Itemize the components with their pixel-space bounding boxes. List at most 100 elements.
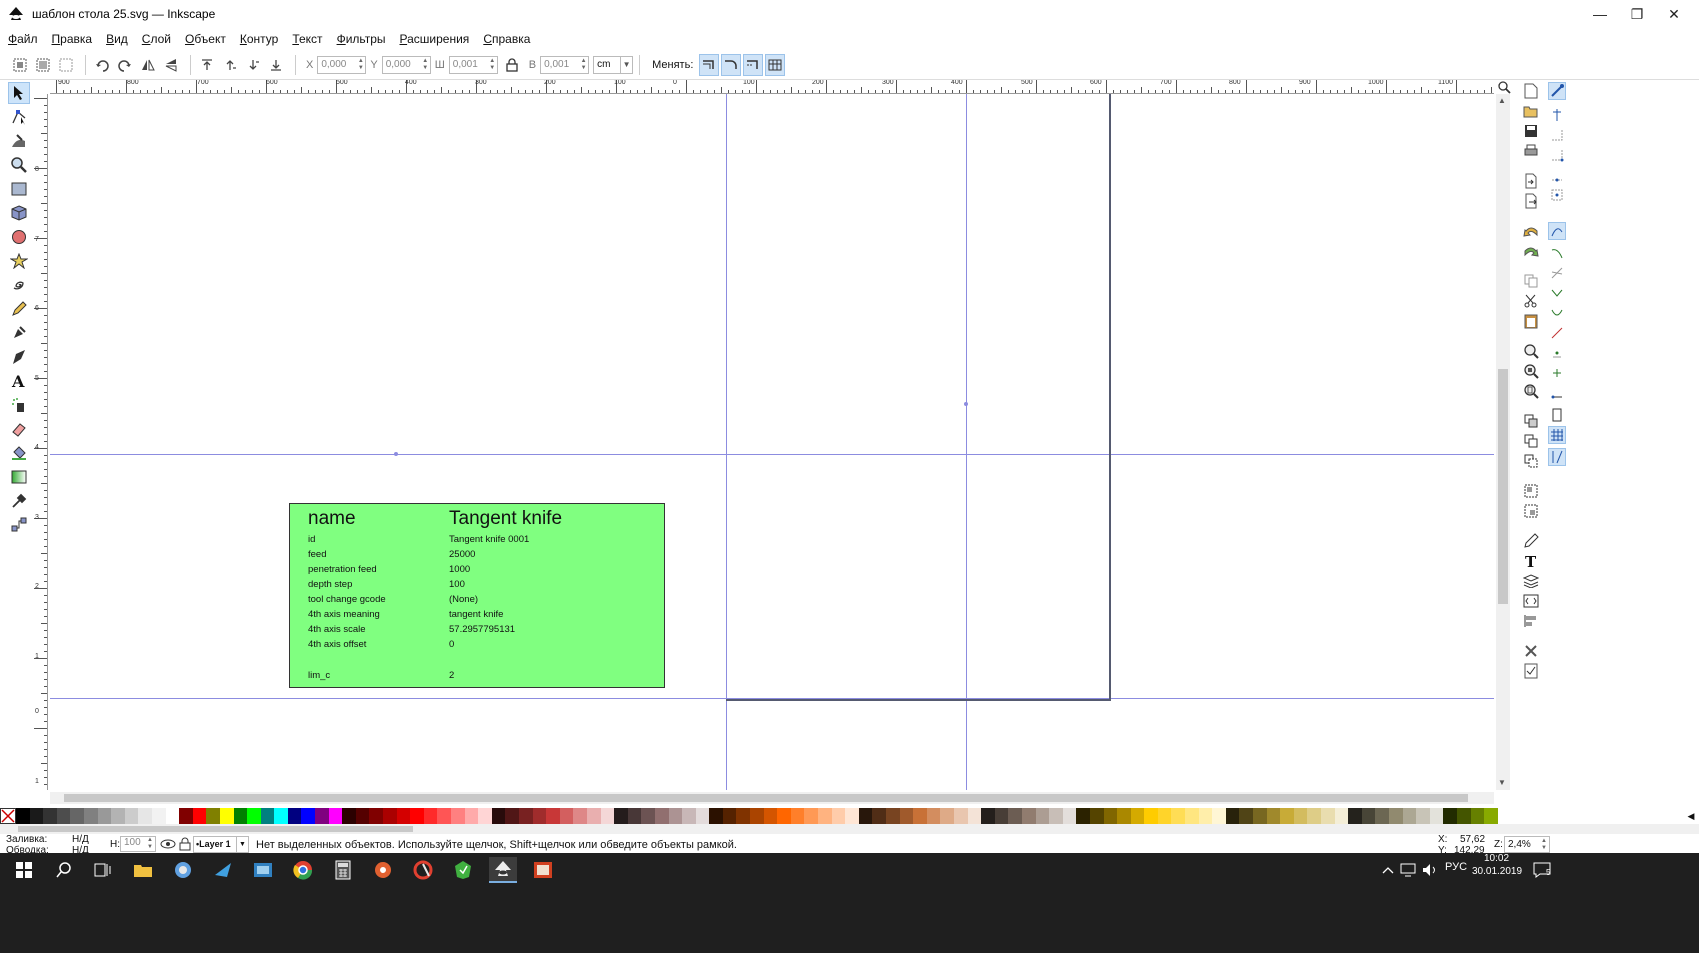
palette-swatch[interactable] (1361, 808, 1376, 824)
palette-swatch[interactable] (1198, 808, 1213, 824)
palette-swatch[interactable] (1089, 808, 1104, 824)
undo-icon[interactable] (1522, 222, 1540, 240)
scale-corners-toggle[interactable] (721, 53, 742, 76)
zoom-page-icon[interactable] (1522, 382, 1540, 400)
horizontal-ruler[interactable]: 900 800 700 600 500 400 300 200 100 0 10… (50, 80, 1494, 94)
palette-swatch[interactable] (287, 808, 302, 824)
redo-icon[interactable] (1522, 242, 1540, 260)
palette-swatch[interactable] (1293, 808, 1308, 824)
deselect-icon[interactable] (56, 55, 76, 75)
palette-swatch[interactable] (614, 808, 628, 824)
rotate-ccw-icon[interactable] (92, 55, 112, 75)
menu-view[interactable]: Вид (106, 32, 128, 46)
export-icon[interactable] (1522, 192, 1540, 210)
palette-swatch[interactable] (627, 808, 642, 824)
eraser-tool-icon[interactable] (8, 418, 30, 440)
width-spinbox[interactable]: ▲▼ (448, 55, 498, 74)
y-spin-arrows[interactable]: ▲ ▼ (421, 58, 430, 72)
duplicate-icon[interactable] (1522, 412, 1540, 430)
palette-swatch[interactable] (301, 808, 316, 824)
x-input[interactable] (318, 59, 357, 70)
close-button[interactable]: ✕ (1651, 0, 1697, 28)
selector-tool-icon[interactable] (8, 82, 30, 104)
palette-swatch[interactable] (478, 808, 492, 824)
palette-swatch[interactable] (1416, 808, 1430, 824)
connector-tool-icon[interactable] (8, 514, 30, 536)
inkscape-taskbar-icon[interactable] (489, 857, 517, 883)
palette-scrollbar[interactable] (0, 824, 1699, 834)
guide-anchor[interactable] (394, 452, 398, 456)
palette-swatch[interactable] (29, 808, 44, 824)
palette-swatch[interactable] (1185, 808, 1199, 824)
palette-swatch[interactable] (56, 808, 71, 824)
snap-text-baseline-icon[interactable] (1548, 384, 1566, 402)
palette-swatch[interactable] (1225, 808, 1240, 824)
preferences-icon[interactable] (1522, 642, 1540, 660)
palette-swatch[interactable] (722, 808, 737, 824)
palette-swatch[interactable] (1035, 808, 1050, 824)
palette-swatch[interactable] (967, 808, 982, 824)
palette-swatch[interactable] (913, 808, 927, 824)
palette-swatch[interactable] (16, 808, 30, 824)
no-paint-swatch[interactable] (0, 808, 16, 824)
lower-icon[interactable] (243, 55, 263, 75)
palette-swatch[interactable] (750, 808, 764, 824)
dropper-tool-icon[interactable] (8, 490, 30, 512)
palette-swatch[interactable] (505, 808, 519, 824)
palette-swatch[interactable] (491, 808, 506, 824)
palette-swatch[interactable] (818, 808, 832, 824)
clock-date[interactable]: 30.01.2019 (1472, 866, 1522, 877)
color-palette[interactable]: ◀ (0, 808, 1699, 824)
palette-swatch[interactable] (641, 808, 655, 824)
toggle-lock-icon[interactable] (179, 837, 191, 851)
palette-swatch[interactable] (1062, 808, 1077, 824)
snap-bbox-corner-icon[interactable] (1548, 146, 1566, 164)
palette-swatch[interactable] (1375, 808, 1389, 824)
app-icon[interactable] (529, 857, 557, 883)
menu-object[interactable]: Объект (185, 32, 226, 46)
opacity-spinbox[interactable]: 100 ▲ ▼ (120, 836, 156, 852)
palette-swatch[interactable] (1348, 808, 1362, 824)
palette-swatch[interactable] (1076, 808, 1090, 824)
palette-swatch[interactable] (1021, 808, 1036, 824)
transform-patterns-toggle[interactable] (765, 53, 786, 76)
pen-tool-icon[interactable] (8, 322, 30, 344)
app-icon[interactable] (449, 857, 477, 883)
3d-box-tool-icon[interactable] (8, 202, 30, 224)
palette-swatch[interactable] (532, 808, 547, 824)
print-icon[interactable] (1522, 142, 1540, 160)
palette-swatch[interactable] (709, 808, 723, 824)
open-document-icon[interactable] (1522, 102, 1540, 120)
palette-swatch[interactable] (518, 808, 533, 824)
palette-swatch[interactable] (654, 808, 669, 824)
palette-swatch[interactable] (1103, 808, 1118, 824)
palette-swatch[interactable] (247, 808, 261, 824)
snap-grid-icon[interactable] (1548, 426, 1566, 444)
text-font-icon[interactable]: T (1522, 552, 1540, 570)
menu-extensions[interactable]: Расширения (400, 32, 470, 46)
ellipse-tool-icon[interactable] (8, 226, 30, 248)
y-input[interactable] (382, 59, 421, 70)
fill-stroke-icon[interactable] (1522, 532, 1540, 550)
snap-toggle-icon[interactable] (1548, 82, 1566, 100)
paint-bucket-tool-icon[interactable] (8, 442, 30, 464)
spray-tool-icon[interactable] (8, 394, 30, 416)
palette-swatch[interactable] (315, 808, 329, 824)
zoom-selection-icon[interactable] (1522, 342, 1540, 360)
save-document-icon[interactable] (1522, 122, 1540, 140)
palette-scroll-thumb[interactable] (18, 826, 413, 832)
palette-swatch[interactable] (886, 808, 900, 824)
snap-rotation-center-icon[interactable] (1548, 364, 1566, 382)
width-input[interactable] (449, 59, 488, 70)
palette-swatch[interactable] (1171, 808, 1186, 824)
palette-swatch[interactable] (1334, 808, 1349, 824)
clone-icon[interactable] (1522, 432, 1540, 450)
file-explorer-icon[interactable] (129, 857, 157, 883)
raise-to-top-icon[interactable] (197, 55, 217, 75)
cut-icon[interactable] (1522, 292, 1540, 310)
palette-swatch[interactable] (43, 808, 57, 824)
horizontal-scroll-thumb[interactable] (64, 794, 1468, 802)
unlink-clone-icon[interactable] (1522, 452, 1540, 470)
layers-icon[interactable] (1522, 572, 1540, 590)
palette-swatch[interactable] (410, 808, 424, 824)
